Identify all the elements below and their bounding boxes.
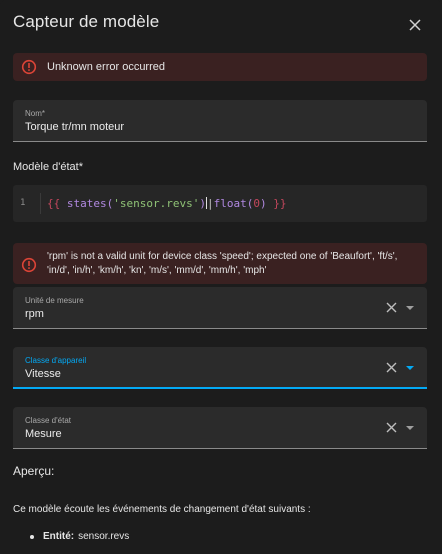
code-pipe: | — [206, 197, 214, 210]
dropdown-caret-icon[interactable] — [406, 366, 414, 370]
dropdown-caret-icon[interactable] — [406, 306, 414, 310]
code-string: 'sensor.revs' — [113, 197, 200, 210]
unit-field-value: rpm — [25, 308, 44, 320]
clear-icon[interactable] — [386, 362, 397, 373]
error-alert-general: Unknown error occurred — [13, 53, 427, 81]
preview-heading: Aperçu: — [13, 464, 55, 478]
code-number: 0 — [253, 197, 260, 210]
state-template-editor[interactable]: 1 {{ states('sensor.revs')|float(0) }} — [13, 185, 427, 222]
name-field[interactable]: Nom* Torque tr/mn moteur — [13, 100, 427, 142]
close-icon — [409, 19, 421, 31]
state-template-label: Modèle d'état* — [13, 161, 83, 173]
code-close-paren: ) — [199, 197, 206, 210]
state-class-select[interactable]: Classe d'état Mesure — [13, 407, 427, 449]
line-number: 1 — [20, 198, 26, 208]
unit-field-label: Unité de mesure — [25, 296, 84, 305]
device-class-field-value: Vitesse — [25, 368, 61, 380]
state-class-field-label: Classe d'état — [25, 416, 71, 425]
code-close-braces: }} — [266, 197, 287, 210]
state-class-field-value: Mesure — [25, 428, 62, 440]
name-field-value[interactable]: Torque tr/mn moteur — [25, 121, 124, 133]
device-class-select[interactable]: Classe d'appareil Vitesse — [13, 347, 427, 389]
template-sensor-dialog: Capteur de modèle Unknown error occurred… — [0, 0, 442, 554]
clear-icon[interactable] — [386, 302, 397, 313]
error-message: 'rpm' is not a valid unit for device cla… — [47, 251, 398, 276]
list-bullet — [30, 534, 34, 539]
name-field-label: Nom* — [25, 109, 46, 118]
listened-entity-item: Entité: sensor.revs — [30, 531, 129, 542]
alert-circle-icon — [21, 59, 37, 75]
dropdown-caret-icon[interactable] — [406, 426, 414, 430]
code-open-braces: {{ — [47, 197, 67, 210]
template-code[interactable]: {{ states('sensor.revs')|float(0) }} — [47, 197, 286, 210]
dialog-title: Capteur de modèle — [13, 12, 160, 31]
editor-gutter-divider — [40, 193, 41, 214]
code-filter-close: ) — [259, 197, 267, 210]
clear-icon[interactable] — [386, 422, 397, 433]
error-alert-unit: 'rpm' is not a valid unit for device cla… — [13, 243, 427, 284]
entity-label: Entité: — [43, 531, 75, 542]
error-message: Unknown error occurred — [47, 61, 165, 73]
device-class-field-label: Classe d'appareil — [25, 356, 87, 365]
close-button[interactable] — [404, 14, 426, 36]
code-function: states( — [66, 197, 114, 210]
entity-value: sensor.revs — [78, 531, 130, 542]
alert-circle-icon — [21, 257, 37, 273]
listen-description: Ce modèle écoute les événements de chang… — [13, 504, 311, 515]
code-filter: float( — [213, 197, 254, 210]
unit-of-measurement-select[interactable]: Unité de mesure rpm — [13, 287, 427, 329]
